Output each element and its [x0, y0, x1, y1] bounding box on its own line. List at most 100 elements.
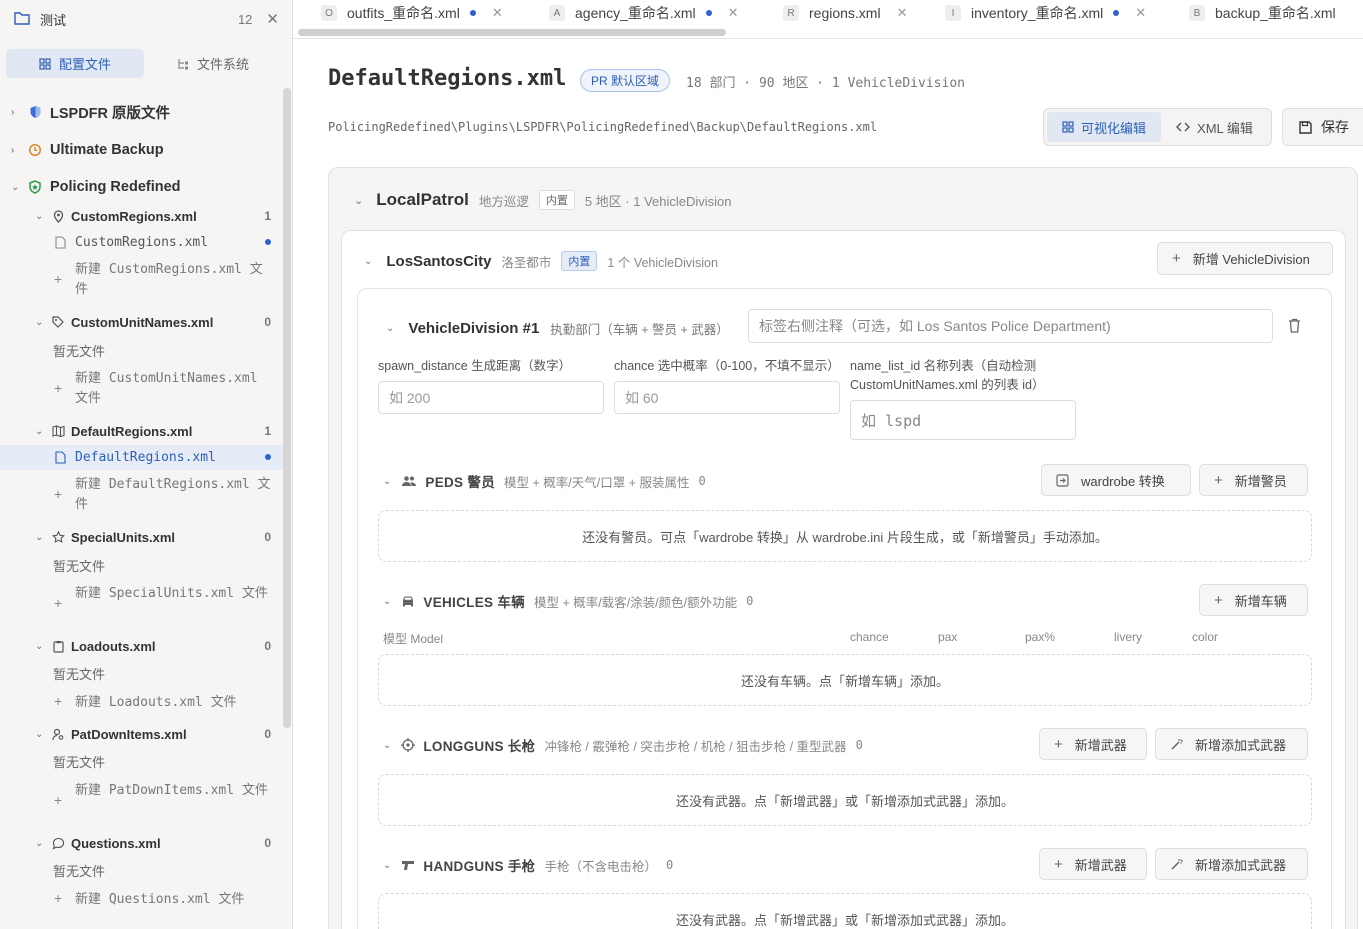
sidebar-scrollbar[interactable] [283, 88, 291, 728]
close-tab-icon[interactable]: ✕ [1135, 5, 1146, 21]
tab-label: regions.xml [809, 5, 881, 21]
group-ultimate-backup[interactable]: › Ultimate Backup [0, 139, 283, 161]
code-icon [1176, 122, 1191, 132]
group-lspdfr[interactable]: › LSPDFR 原版文件 [0, 101, 283, 123]
add-vehicle-button[interactable]: + 新增车辆 [1199, 584, 1308, 616]
region-meta: 5 地区 · 1 VehicleDivision [584, 193, 732, 209]
clipboard-icon [51, 639, 65, 653]
unsaved-dot [469, 10, 476, 16]
tab-inventory[interactable]: I inventory_重命名.xml ✕ [945, 0, 1146, 26]
plus-icon: + [54, 486, 63, 502]
chevron-down-icon: ⌄ [383, 739, 392, 751]
tab-backup[interactable]: B backup_重命名.xml [1189, 0, 1336, 26]
close-icon[interactable]: ✕ [266, 10, 279, 28]
tab-label: inventory_重命名.xml [971, 5, 1104, 21]
vehicle-division-name: VehicleDivision #1 [408, 320, 540, 337]
file-label: PatDownItems.xml [71, 726, 187, 742]
add-attachment-handgun-button[interactable]: 新增添加式武器 [1155, 848, 1308, 880]
plus-icon: + [54, 693, 63, 709]
add-handgun-button[interactable]: + 新增武器 [1039, 848, 1147, 880]
name-list-label: name_list_id 名称列表（自动检测 [850, 359, 1037, 373]
group-policing-redefined[interactable]: ⌄ Policing Redefined [0, 176, 283, 198]
chevron-right-icon: › [11, 144, 15, 156]
tab-config-files-label: 配置文件 [58, 57, 111, 72]
chance-input[interactable]: 如 60 [614, 381, 840, 414]
file-letter-icon: O [321, 5, 337, 21]
file-instance-row[interactable]: CustomRegions.xml [0, 233, 283, 251]
unsaved-dot [265, 454, 271, 460]
file-label: SpecialUnits.xml [71, 529, 176, 545]
unsaved-dot [1113, 10, 1120, 16]
add-ped-button[interactable]: + 新增警员 [1199, 464, 1308, 496]
group-label: Ultimate Backup [50, 142, 164, 158]
file-instance-row-active[interactable]: DefaultRegions.xml [0, 448, 283, 466]
plus-icon: + [54, 792, 63, 808]
name-list-input[interactable]: 如 lspd [850, 400, 1076, 440]
tab-config-files[interactable]: 配置文件 [6, 49, 144, 78]
longguns-section-header[interactable]: ⌄ LONGGUNS 长枪 冲锋枪 / 霰弹枪 / 突击步枪 / 机枪 / 狙击… [383, 735, 863, 755]
new-file-label: 新建 CustomRegions.xml 文件 [75, 262, 263, 297]
close-tab-icon[interactable]: ✕ [728, 5, 739, 21]
tab-file-system[interactable]: 文件系统 [144, 49, 282, 78]
division-note-input[interactable]: 标签右侧注释（可选，如 Los Santos Police Department… [748, 309, 1273, 343]
vehicles-count: 0 [746, 594, 754, 608]
pin-icon [51, 209, 65, 223]
area-header[interactable]: ⌄ LosSantosCity 洛圣都市 内置 1 个 VehicleDivis… [364, 251, 718, 271]
file-loadouts[interactable]: ⌄ Loadouts.xml 0 [0, 637, 283, 655]
col-pax: pax [938, 630, 958, 644]
star-icon [51, 530, 65, 544]
user-search-icon [51, 727, 65, 741]
workspace-header[interactable]: 测试 12 ✕ [0, 0, 292, 38]
wardrobe-convert-button[interactable]: wardrobe 转换 [1041, 464, 1191, 496]
visual-edit-button[interactable]: 可视化编辑 [1047, 112, 1161, 142]
chevron-down-icon: ⌄ [11, 181, 20, 193]
file-path: PolicingRedefined\Plugins\LSPDFR\Policin… [328, 120, 878, 134]
file-defaultregions[interactable]: ⌄ DefaultRegions.xml 1 [0, 422, 283, 440]
file-count: 1 [264, 424, 271, 438]
chevron-down-icon: ⌄ [35, 210, 44, 222]
chevron-down-icon: ⌄ [35, 316, 44, 328]
tab-scrollbar[interactable] [298, 29, 726, 36]
workspace-count: 12 [237, 11, 253, 27]
close-tab-icon[interactable]: ✕ [897, 5, 908, 21]
file-customregions[interactable]: ⌄ CustomRegions.xml 1 [0, 207, 283, 225]
tab-regions[interactable]: R regions.xml ✕ [783, 0, 908, 26]
workspace-title: 测试 [40, 12, 67, 28]
region-header[interactable]: ⌄ LocalPatrol 地方巡逻 内置 5 地区 · 1 VehicleDi… [354, 190, 732, 210]
save-button[interactable]: 保存 [1282, 108, 1363, 146]
chevron-down-icon: ⌄ [35, 425, 44, 437]
longguns-empty-state: 还没有武器。点「新增武器」或「新增添加式武器」添加。 [378, 774, 1312, 826]
close-tab-icon[interactable]: ✕ [492, 5, 503, 21]
file-questions[interactable]: ⌄ Questions.xml 0 [0, 834, 283, 852]
tree-icon [178, 58, 188, 69]
file-customunitnames[interactable]: ⌄ CustomUnitNames.xml 0 [0, 313, 283, 331]
add-longgun-button[interactable]: + 新增武器 [1039, 728, 1147, 760]
col-color: color [1192, 630, 1219, 644]
file-label: Questions.xml [71, 835, 161, 851]
spawn-distance-input[interactable]: 如 200 [378, 381, 604, 414]
file-specialunits[interactable]: ⌄ SpecialUnits.xml 0 [0, 528, 283, 546]
peds-section-header[interactable]: ⌄ PEDS 警员 模型 + 概率/天气/口罩 + 服装属性 0 [383, 471, 706, 491]
vehicle-division-header[interactable]: ⌄ VehicleDivision #1 执勤部门（车辆 + 警员 + 武器） [386, 319, 729, 338]
unsaved-dot [265, 239, 271, 245]
add-vehicle-division-button[interactable]: + 新增 VehicleDivision [1157, 242, 1333, 275]
xml-edit-button[interactable]: XML 编辑 [1161, 112, 1268, 142]
tab-outfits[interactable]: O outfits_重命名.xml ✕ [321, 0, 503, 26]
plus-icon: + [54, 271, 63, 287]
col-livery: livery [1114, 630, 1143, 644]
vehicles-section-header[interactable]: ⌄ VEHICLES 车辆 模型 + 概率/载客/涂装/颜色/额外功能 0 [383, 591, 753, 611]
vehicles-title: VEHICLES 车辆 [423, 595, 525, 610]
wardrobe-convert-label: wardrobe 转换 [1081, 473, 1165, 489]
new-file-label: 新建 DefaultRegions.xml 文件 [75, 477, 271, 512]
file-patdownitems[interactable]: ⌄ PatDownItems.xml 0 [0, 725, 283, 743]
add-attachment-longgun-button[interactable]: 新增添加式武器 [1155, 728, 1308, 760]
new-file-label: 新建 Loadouts.xml 文件 [75, 695, 237, 710]
tab-agency[interactable]: A agency_重命名.xml ✕ [549, 0, 739, 26]
chevron-down-icon: ⌄ [383, 859, 392, 871]
handguns-count: 0 [665, 858, 674, 872]
chat-icon [51, 836, 65, 850]
trash-icon[interactable] [1288, 318, 1301, 336]
file-label: CustomUnitNames.xml [71, 314, 214, 330]
handguns-section-header[interactable]: ⌄ HANDGUNS 手枪 手枪（不含电击枪） 0 [383, 855, 673, 875]
area-name: LosSantosCity [386, 252, 492, 270]
